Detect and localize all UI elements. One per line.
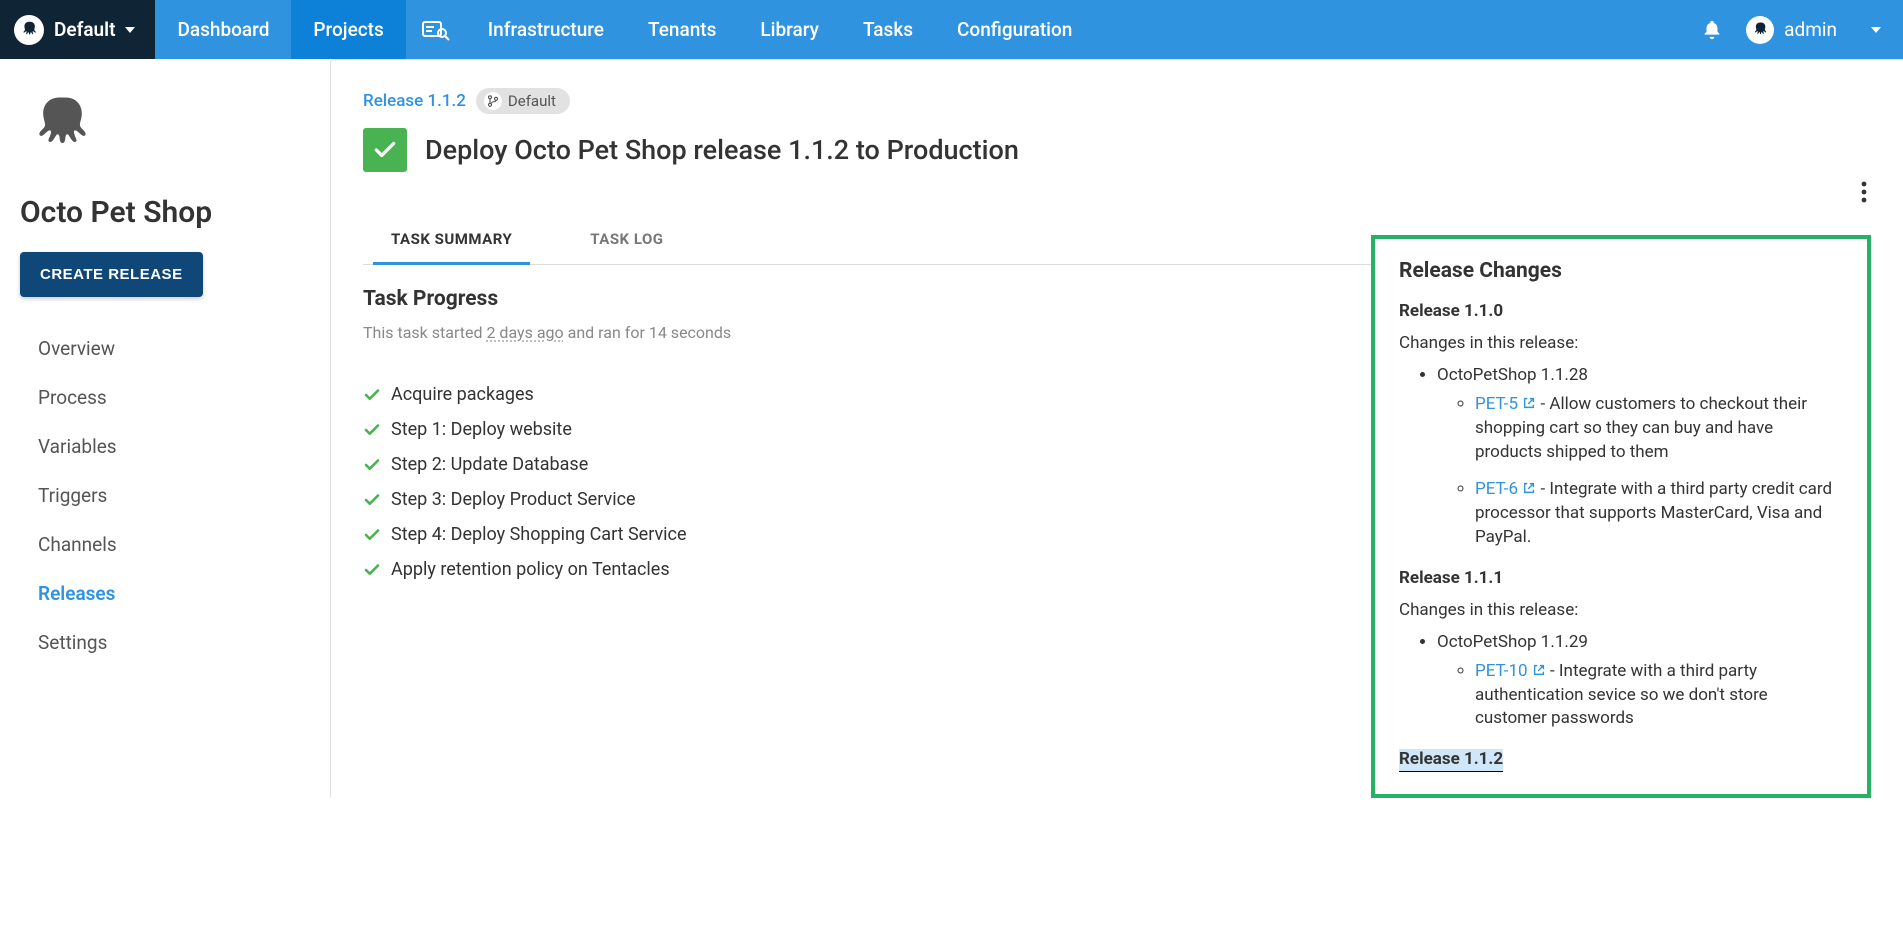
sidebar-item-overview[interactable]: Overview: [38, 337, 310, 360]
external-link-icon: [1522, 396, 1536, 410]
release-intro: Changes in this release:: [1399, 600, 1843, 620]
task-step-label: Step 3: Deploy Product Service: [391, 489, 636, 510]
task-step-label: Step 2: Update Database: [391, 454, 588, 475]
nav-dashboard[interactable]: Dashboard: [155, 0, 291, 59]
sidebar-item-settings[interactable]: Settings: [38, 631, 310, 654]
release-package: OctoPetShop 1.1.28PET-5 - Allow customer…: [1437, 365, 1843, 550]
release-issue: PET-5 - Allow customers to checkout thei…: [1475, 393, 1843, 464]
task-status-success-icon: [363, 128, 407, 172]
tab-task-summary[interactable]: TASK SUMMARY: [373, 216, 530, 265]
space-switcher[interactable]: Default: [0, 0, 155, 59]
project-sidebar: Octo Pet Shop CREATE RELEASE Overview Pr…: [0, 59, 330, 798]
task-step[interactable]: Acquire packages: [363, 384, 1355, 405]
nav-tasks[interactable]: Tasks: [841, 0, 935, 59]
release-breadcrumb-link[interactable]: Release 1.1.2: [363, 91, 466, 111]
task-step[interactable]: Step 4: Deploy Shopping Cart Service: [363, 524, 1355, 545]
check-icon: [363, 421, 381, 439]
tab-task-log[interactable]: TASK LOG: [572, 216, 681, 264]
check-icon: [363, 456, 381, 474]
product-logo-icon: [14, 15, 44, 45]
task-step-label: Apply retention policy on Tentacles: [391, 559, 670, 580]
channel-chip[interactable]: Default: [476, 88, 570, 114]
main-content: Release 1.1.2 Default Deploy Octo Pet Sh…: [330, 59, 1903, 798]
bell-icon: [1701, 19, 1723, 41]
external-link-icon: [1532, 663, 1546, 677]
top-nav: Default Dashboard Projects Infrastructur…: [0, 0, 1903, 59]
page-title: Deploy Octo Pet Shop release 1.1.2 to Pr…: [425, 134, 1019, 166]
release-package: OctoPetShop 1.1.29PET-10 - Integrate wit…: [1437, 632, 1843, 731]
task-started-ago[interactable]: 2 days ago: [486, 323, 563, 342]
task-progress-heading: Task Progress: [363, 287, 1355, 311]
check-icon: [363, 526, 381, 544]
search-icon: [422, 19, 450, 41]
sidebar-item-releases[interactable]: Releases: [38, 582, 310, 605]
user-menu[interactable]: admin: [1736, 0, 1903, 59]
external-link-icon: [1522, 481, 1536, 495]
nav-tenants[interactable]: Tenants: [626, 0, 738, 59]
channel-chip-label: Default: [508, 92, 556, 110]
nav-infrastructure[interactable]: Infrastructure: [466, 0, 626, 59]
task-step[interactable]: Step 1: Deploy website: [363, 419, 1355, 440]
task-step[interactable]: Step 3: Deploy Product Service: [363, 489, 1355, 510]
nav-search-icon[interactable]: [406, 0, 466, 59]
check-icon: [363, 491, 381, 509]
issue-link[interactable]: PET-5: [1475, 394, 1536, 414]
project-logo-icon: [20, 87, 98, 165]
sidebar-item-triggers[interactable]: Triggers: [38, 484, 310, 507]
create-release-button[interactable]: CREATE RELEASE: [20, 252, 203, 297]
task-step-label: Step 4: Deploy Shopping Cart Service: [391, 524, 687, 545]
release-name: Release 1.1.1: [1399, 568, 1843, 588]
release-block: Release 1.1.1 Changes in this release: Oct…: [1399, 568, 1843, 731]
nav-configuration[interactable]: Configuration: [935, 0, 1094, 59]
space-name: Default: [54, 18, 115, 41]
release-changes-panel: Release Changes Release 1.1.0 Changes in …: [1371, 235, 1871, 798]
chevron-down-icon: [1871, 27, 1881, 33]
release-block: Release 1.1.0 Changes in this release: Oct…: [1399, 301, 1843, 550]
task-step[interactable]: Apply retention policy on Tentacles: [363, 559, 1355, 580]
avatar-icon: [1746, 16, 1774, 44]
project-title: Octo Pet Shop: [20, 195, 310, 230]
release-issue: PET-6 - Integrate with a third party cre…: [1475, 478, 1843, 549]
nav-library[interactable]: Library: [738, 0, 841, 59]
issue-link[interactable]: PET-6: [1475, 479, 1536, 499]
release-intro: Changes in this release:: [1399, 333, 1843, 353]
sidebar-nav: Overview Process Variables Triggers Chan…: [20, 337, 310, 654]
username: admin: [1784, 18, 1837, 41]
sidebar-item-channels[interactable]: Channels: [38, 533, 310, 556]
task-meta: This task started 2 days ago and ran for…: [363, 323, 1355, 342]
sidebar-item-process[interactable]: Process: [38, 386, 310, 409]
branch-icon: [484, 92, 502, 110]
release-name: Release 1.1.2: [1399, 749, 1503, 772]
release-name: Release 1.1.0: [1399, 301, 1843, 321]
sidebar-item-variables[interactable]: Variables: [38, 435, 310, 458]
issue-link[interactable]: PET-10: [1475, 661, 1546, 681]
overflow-menu-button[interactable]: [1861, 180, 1867, 204]
task-progress-panel: Task Progress This task started 2 days a…: [363, 265, 1371, 610]
check-icon: [363, 386, 381, 404]
task-step-label: Acquire packages: [391, 384, 534, 405]
task-step-label: Step 1: Deploy website: [391, 419, 572, 440]
chevron-down-icon: [125, 27, 135, 33]
task-step[interactable]: Step 2: Update Database: [363, 454, 1355, 475]
notifications-button[interactable]: [1688, 0, 1736, 59]
release-changes-heading: Release Changes: [1399, 259, 1843, 283]
release-issue: PET-10 - Integrate with a third party au…: [1475, 660, 1843, 731]
check-icon: [363, 561, 381, 579]
nav-projects[interactable]: Projects: [291, 0, 405, 59]
